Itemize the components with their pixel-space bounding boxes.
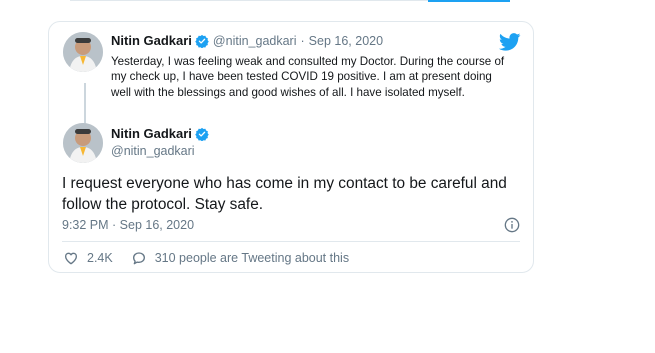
- quoted-tweet-date[interactable]: Sep 16, 2020: [309, 34, 383, 48]
- top-accent-bar: [428, 0, 510, 2]
- tweet-embed-card: Nitin Gadkari @nitin_gadkari · Sep 16, 2…: [48, 21, 534, 273]
- comment-icon: [132, 252, 145, 265]
- conversation-link[interactable]: 310 people are Tweeting about this: [131, 250, 349, 266]
- avatar[interactable]: [63, 32, 103, 72]
- like-count: 2.4K: [87, 251, 113, 265]
- author-handle[interactable]: @nitin_gadkari: [213, 34, 297, 48]
- twitter-bird-icon[interactable]: [499, 33, 521, 51]
- tweet-text: I request everyone who has come in my co…: [62, 175, 507, 213]
- verified-badge-icon: [195, 127, 209, 141]
- tweet-timestamp[interactable]: 9:32 PM · Sep 16, 2020: [62, 218, 194, 232]
- tweet-actions: 2.4K 310 people are Tweeting about this: [63, 250, 349, 266]
- heart-icon: [65, 252, 77, 265]
- quoted-tweet-header: Nitin Gadkari @nitin_gadkari · Sep 16, 2…: [111, 33, 383, 48]
- tweet-header: Nitin Gadkari: [111, 126, 209, 141]
- quoted-tweet-text: Yesterday, I was feeling weak and consul…: [111, 55, 505, 99]
- author-name[interactable]: Nitin Gadkari: [111, 33, 192, 48]
- author-name[interactable]: Nitin Gadkari: [111, 126, 192, 141]
- conversation-text: 310 people are Tweeting about this: [154, 251, 350, 265]
- like-button[interactable]: 2.4K: [63, 250, 113, 266]
- verified-badge-icon: [195, 34, 209, 48]
- separator-dot: ·: [300, 33, 305, 48]
- author-handle[interactable]: @nitin_gadkari: [111, 144, 195, 158]
- avatar[interactable]: [63, 123, 103, 163]
- action-divider: [62, 241, 520, 242]
- info-icon[interactable]: [504, 217, 520, 233]
